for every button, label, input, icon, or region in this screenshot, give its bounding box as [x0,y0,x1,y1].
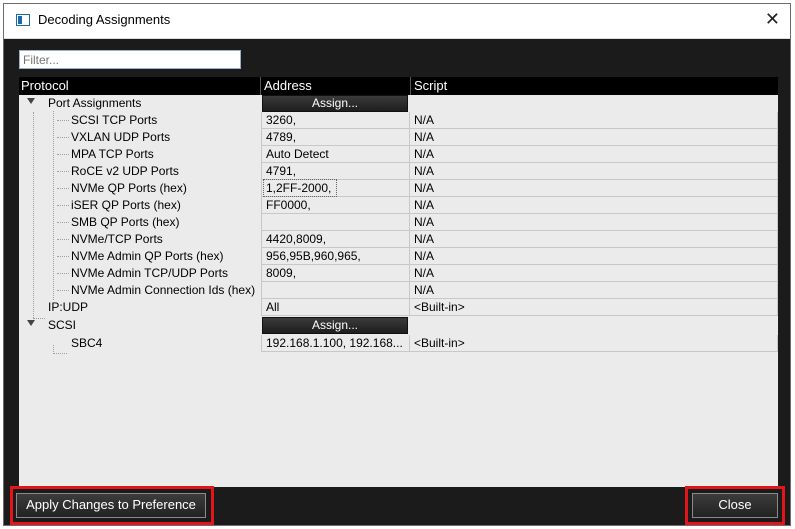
app-window-icon [16,14,30,26]
close-button[interactable]: Close [692,493,778,518]
collapse-triangle-icon[interactable] [27,320,35,326]
tree-row-label: Port Assignments [48,96,142,110]
tree-row-label: SCSI [48,318,77,332]
protocol-cell: NVMe/TCP Ports [71,232,163,246]
tree-connector [57,171,69,172]
tree-connector [57,256,69,257]
window-title: Decoding Assignments [38,12,171,27]
tree-connector [57,239,69,240]
script-cell[interactable]: N/A [410,265,778,282]
tree-connector [57,154,69,155]
script-cell[interactable]: N/A [410,146,778,163]
tree-row[interactable]: iSER QP Ports (hex) FF0000, N/A [19,197,778,214]
filter-input[interactable] [19,50,241,69]
tree-connector [57,290,69,291]
assign-button-port-assignments[interactable]: Assign... [262,95,408,112]
tree-connector [57,273,69,274]
assignments-tree[interactable]: Protocol Address Script Port Assignments… [19,77,778,487]
protocol-cell: NVMe Admin Connection Ids (hex) [71,283,256,297]
column-divider[interactable] [260,77,261,95]
script-cell[interactable]: N/A [410,248,778,265]
protocol-cell: MPA TCP Ports [71,147,154,161]
tree-row[interactable]: RoCE v2 UDP Ports 4791, N/A [19,163,778,180]
script-cell[interactable]: N/A [410,282,778,299]
collapse-triangle-icon[interactable] [27,98,35,104]
script-cell[interactable]: N/A [410,180,778,197]
script-cell[interactable]: N/A [410,214,778,231]
protocol-cell: SBC4 [71,336,103,350]
tree-row-scsi[interactable]: SCSI Assign... [19,317,778,334]
protocol-cell: NVMe Admin QP Ports (hex) [71,249,224,263]
script-cell[interactable]: <Built-in> [410,299,778,316]
script-cell[interactable]: N/A [410,163,778,180]
address-cell[interactable]: 8009, [261,265,410,282]
address-cell[interactable]: Auto Detect [261,146,410,163]
script-cell[interactable]: N/A [410,129,778,146]
tree-row[interactable]: VXLAN UDP Ports 4789, N/A [19,129,778,146]
tree-row[interactable]: SMB QP Ports (hex) N/A [19,214,778,231]
script-cell[interactable]: N/A [410,231,778,248]
protocol-cell: IP:UDP [48,300,89,314]
protocol-cell: NVMe QP Ports (hex) [71,181,187,195]
decoding-assignments-dialog: Decoding Assignments ✕ Protocol Address … [3,3,791,526]
tree-row-sbc4[interactable]: SBC4 192.168.1.100, 192.168... <Built-in… [19,335,778,352]
protocol-cell: RoCE v2 UDP Ports [71,164,179,178]
tree-connector [57,188,69,189]
address-cell[interactable] [261,214,410,231]
apply-changes-button[interactable]: Apply Changes to Preference [16,493,206,518]
tree-header: Protocol Address Script [19,77,778,95]
protocol-cell: VXLAN UDP Ports [71,130,171,144]
tree-row-port-assignments[interactable]: Port Assignments Assign... [19,95,778,112]
protocol-cell: NVMe Admin TCP/UDP Ports [71,266,228,280]
tree-row-ip-udp[interactable]: IP:UDP All <Built-in> [19,299,778,316]
tree-row[interactable]: NVMe Admin TCP/UDP Ports 8009, N/A [19,265,778,282]
address-cell[interactable]: 4791, [261,163,410,180]
column-header-protocol[interactable]: Protocol [21,78,69,95]
address-cell[interactable]: 1,2FF-2000, [261,180,410,197]
tree-connector [57,205,69,206]
script-cell[interactable]: N/A [410,112,778,129]
tree-connector [57,222,69,223]
script-cell[interactable]: <Built-in> [410,335,778,352]
column-divider[interactable] [410,77,411,95]
tree-row[interactable]: NVMe QP Ports (hex) 1,2FF-2000, N/A [19,179,778,197]
column-header-address[interactable]: Address [264,78,312,95]
title-bar: Decoding Assignments ✕ [4,4,790,39]
address-cell[interactable] [261,282,410,299]
address-cell[interactable]: 4420,8009, [261,231,410,248]
tree-row[interactable]: NVMe Admin Connection Ids (hex) N/A [19,282,778,299]
protocol-cell: SMB QP Ports (hex) [71,215,180,229]
protocol-cell: iSER QP Ports (hex) [71,198,181,212]
tree-row[interactable]: NVMe/TCP Ports 4420,8009, N/A [19,231,778,248]
tree-row[interactable]: NVMe Admin QP Ports (hex) 956,95B,960,96… [19,248,778,265]
tree-connector [57,120,69,121]
script-cell[interactable]: N/A [410,197,778,214]
tree-row[interactable]: MPA TCP Ports Auto Detect N/A [19,146,778,163]
address-cell[interactable]: All [261,299,410,316]
tree-connector [57,137,69,138]
assign-button-scsi[interactable]: Assign... [262,317,408,334]
address-cell[interactable]: 3260, [261,112,410,129]
address-cell[interactable]: 4789, [261,129,410,146]
close-window-icon[interactable]: ✕ [765,9,780,31]
tree-connector [53,353,67,354]
address-cell[interactable]: FF0000, [261,197,410,214]
address-cell[interactable]: 956,95B,960,965, [261,248,410,265]
column-header-script[interactable]: Script [414,78,447,95]
protocol-cell: SCSI TCP Ports [71,113,158,127]
tree-row[interactable]: SCSI TCP Ports 3260, N/A [19,112,778,129]
address-cell[interactable]: 192.168.1.100, 192.168... [261,335,410,352]
